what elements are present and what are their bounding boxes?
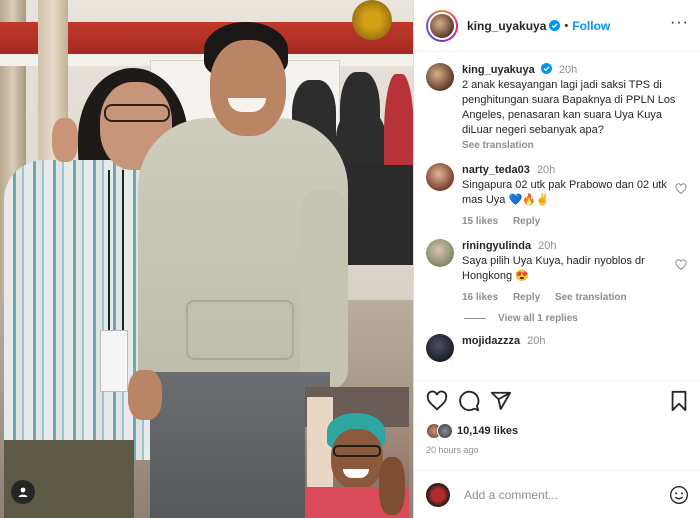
liker-avatar bbox=[437, 423, 453, 439]
girl-pants bbox=[4, 440, 134, 518]
comment-username[interactable]: mojidazzza bbox=[462, 335, 520, 347]
view-replies-label: View all 1 replies bbox=[498, 313, 578, 324]
post-photo[interactable] bbox=[0, 0, 413, 518]
comment-text: Singapura 02 utk pak Prabowo dan 02 utk … bbox=[462, 179, 667, 206]
comment-time: 20h bbox=[527, 335, 546, 347]
comments-list[interactable]: king_uyakuya 20h 2 anak kesayangan lagi … bbox=[414, 53, 700, 378]
follow-button[interactable]: Follow bbox=[572, 19, 610, 33]
inset-selfie bbox=[305, 387, 409, 518]
boy-hand bbox=[128, 370, 162, 420]
likes-count[interactable]: 10,149 likes bbox=[457, 425, 518, 437]
author-avatar[interactable] bbox=[426, 63, 454, 91]
comment-likes[interactable]: 16 likes bbox=[462, 292, 498, 303]
verified-badge-icon bbox=[540, 63, 552, 74]
user-tags-icon[interactable] bbox=[11, 480, 35, 504]
comment-time: 20h bbox=[536, 164, 556, 176]
man-face bbox=[331, 429, 383, 489]
comment-username[interactable]: riningyulinda bbox=[462, 240, 531, 252]
boy-pants bbox=[150, 372, 330, 518]
comment: mojidazzza 20h bbox=[426, 334, 689, 362]
lanyard bbox=[108, 170, 124, 332]
comment-text: Saya pilih Uya Kuya, hadir nyoblos dr Ho… bbox=[462, 255, 645, 282]
comment: narty_teda03 20h Singapura 02 utk pak Pr… bbox=[426, 163, 689, 227]
like-heart-icon[interactable] bbox=[426, 390, 448, 412]
boy-face bbox=[210, 40, 286, 136]
boy-arm bbox=[300, 190, 348, 390]
post-actions: 10,149 likes 20 hours ago bbox=[414, 380, 700, 470]
caption: king_uyakuya 20h 2 anak kesayangan lagi … bbox=[426, 63, 689, 151]
share-icon[interactable] bbox=[490, 390, 512, 412]
post-timestamp: 20 hours ago bbox=[426, 445, 479, 455]
commenter-avatar[interactable] bbox=[426, 239, 454, 267]
glasses bbox=[104, 104, 170, 122]
post-sidebar: king_uyakuya • Follow ··· king_uyakuya 2… bbox=[413, 0, 700, 518]
save-bookmark-icon[interactable] bbox=[669, 390, 689, 412]
see-translation-link[interactable]: See translation bbox=[555, 292, 627, 303]
divider bbox=[464, 318, 486, 319]
comment-input[interactable] bbox=[464, 487, 644, 502]
garuda-emblem bbox=[352, 0, 392, 40]
id-card bbox=[100, 330, 128, 392]
commenter-avatar[interactable] bbox=[426, 163, 454, 191]
comment-icon[interactable] bbox=[458, 390, 480, 412]
author-username[interactable]: king_uyakuya bbox=[467, 19, 546, 33]
comment: riningyulinda 20h Saya pilih Uya Kuya, h… bbox=[426, 239, 689, 303]
comment-time: 20h bbox=[538, 240, 557, 252]
post-header: king_uyakuya • Follow ··· bbox=[414, 0, 700, 52]
reply-button[interactable]: Reply bbox=[513, 216, 540, 227]
view-replies-button[interactable]: View all 1 replies bbox=[464, 313, 689, 324]
caption-time: 20h bbox=[558, 64, 578, 76]
like-comment-heart-icon[interactable] bbox=[675, 183, 687, 195]
hoodie-pocket bbox=[186, 300, 294, 360]
add-comment-bar bbox=[414, 470, 700, 518]
verified-badge-icon bbox=[549, 20, 561, 31]
more-options-icon[interactable]: ··· bbox=[670, 14, 689, 32]
caption-username[interactable]: king_uyakuya bbox=[462, 64, 535, 76]
comment-username[interactable]: narty_teda03 bbox=[462, 164, 530, 176]
peace-sign-hand bbox=[52, 118, 78, 162]
caption-text: 2 anak kesayangan lagi jadi saksi TPS di… bbox=[462, 79, 676, 136]
emoji-icon[interactable] bbox=[669, 485, 689, 505]
author-avatar[interactable] bbox=[426, 9, 458, 42]
commenter-avatar[interactable] bbox=[426, 334, 454, 362]
peace-sign-hand bbox=[379, 457, 405, 515]
reply-button[interactable]: Reply bbox=[513, 292, 540, 303]
see-translation-link[interactable]: See translation bbox=[462, 140, 680, 151]
comment-likes[interactable]: 15 likes bbox=[462, 216, 498, 227]
current-user-avatar bbox=[426, 482, 450, 507]
separator-dot: • bbox=[564, 19, 569, 32]
glasses bbox=[333, 445, 381, 457]
like-comment-heart-icon[interactable] bbox=[675, 259, 687, 271]
